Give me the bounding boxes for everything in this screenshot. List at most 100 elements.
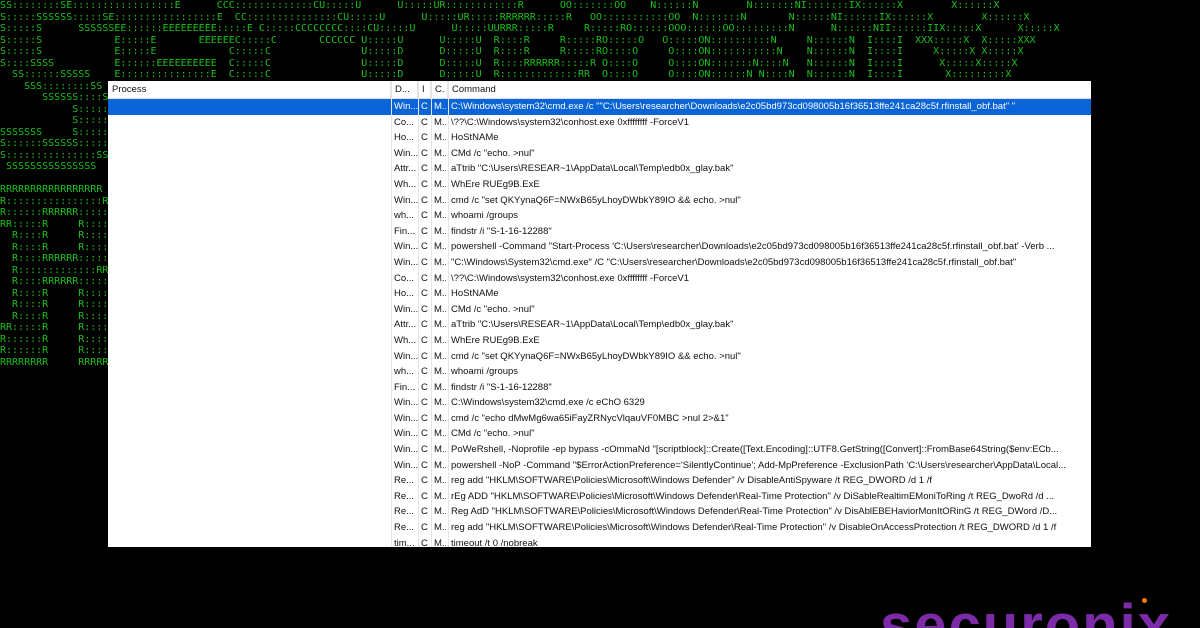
process-row[interactable]: findstr.exe (17720)Fin...CM...findstr /i… [108, 224, 1091, 240]
process-row[interactable]: −cmd.exe (18840)Win...CM..."C:\Windows\S… [108, 255, 1091, 271]
process-row[interactable]: reg.exe (8916)Re...CM...Reg AdD "HKLM\SO… [108, 504, 1091, 520]
command-line-cell: findstr /i "S-1-16-12288" [451, 225, 552, 237]
process-row[interactable]: reg.exe (14512)Re...CM...reg add "HKLM\S… [108, 520, 1091, 536]
company-cell: M... [434, 475, 446, 487]
process-row[interactable]: −powershell.exe (15840)Win...CM...powers… [108, 239, 1091, 255]
integrity-cell: C [421, 444, 428, 456]
process-row[interactable]: cmd.exe (5628)Win...CM...CMd /c "echo. >… [108, 146, 1091, 162]
company-cell: M... [434, 490, 446, 502]
integrity-cell: C [421, 459, 428, 471]
command-line-cell: WhEre RUEg9B.ExE [451, 178, 540, 190]
description-cell: Win... [394, 397, 418, 409]
process-row[interactable]: where.exe (14216)Wh...CM...WhEre RUEg9B.… [108, 333, 1091, 349]
process-row[interactable]: powershell.exe (10368)Win...CM...powersh… [108, 458, 1091, 474]
command-line-cell: CMd /c "echo. >nul" [451, 428, 535, 440]
integrity-cell: C [421, 194, 428, 206]
column-header-process[interactable]: Process [108, 81, 391, 98]
process-row[interactable]: +powershell.exe (6984)Win...CM...PoWeRsh… [108, 442, 1091, 458]
column-header-command[interactable]: Command [448, 81, 1091, 98]
description-cell: Win... [394, 101, 418, 112]
company-cell: M... [434, 412, 446, 424]
description-cell: Attr... [394, 163, 417, 175]
integrity-cell: C [421, 147, 428, 159]
column-header-description[interactable]: D... [391, 81, 418, 98]
description-cell: Wh... [394, 178, 417, 190]
integrity-cell: C [421, 397, 428, 409]
command-line-cell: timeout /t 0 /nobreak [451, 537, 538, 547]
company-cell: M... [434, 225, 446, 237]
integrity-cell: C [421, 303, 428, 315]
process-row[interactable]: timeout.exe (6188)tim...CM...timeout /t … [108, 536, 1091, 547]
process-row[interactable]: whoami.exe (9964)wh...CM...whoami /group… [108, 364, 1091, 380]
command-line-cell: C:\Windows\system32\cmd.exe /c ""C:\User… [451, 101, 1016, 112]
company-cell: M... [434, 116, 446, 128]
process-row[interactable]: cmd.exe (8448)Win...CM...CMd /c "echo. >… [108, 426, 1091, 442]
company-cell: M... [434, 537, 446, 547]
matrix-line: SS::::::::SE:::::::::::::::::E CCC::::::… [0, 0, 1000, 11]
description-cell: Co... [394, 272, 415, 284]
process-row[interactable]: cmd.exe (13816)Win...CM...C:\Windows\sys… [108, 395, 1091, 411]
process-row[interactable]: cmd.exe (14004)Win...CM...cmd /c "set QK… [108, 349, 1091, 365]
company-cell: M... [434, 210, 446, 222]
matrix-line: S::::SSSS E::::::EEEEEEEEEE C:::::C U:::… [0, 57, 1018, 69]
process-row[interactable]: attrib.exe (19860)Attr...CM...aTtrib "C:… [108, 317, 1091, 333]
process-row[interactable]: Conhost.exe (6652)Co...CM...\??\C:\Windo… [108, 115, 1091, 131]
process-row[interactable]: cmd.exe (11584)Win...CM...CMd /c "echo. … [108, 302, 1091, 318]
integrity-cell: C [421, 412, 428, 424]
description-cell: Ho... [394, 288, 415, 300]
matrix-line: S:::::SSSSSS:::::SE:::::::::::::::::E CC… [0, 11, 1030, 23]
description-cell: Ho... [394, 132, 415, 144]
description-cell: tim... [394, 537, 415, 547]
process-row[interactable]: reg.exe (7144)Re...CM...rEg ADD "HKLM\SO… [108, 489, 1091, 505]
brand-logo: securonix [880, 596, 1172, 628]
command-line-cell: \??\C:\Windows\system32\conhost.exe 0xff… [451, 272, 689, 284]
process-row[interactable]: findstr.exe (20796)Fin...CM...findstr /i… [108, 380, 1091, 396]
command-line-cell: cmd /c "set QKYynaQ6F=NWxB65yLhoyDWbkY89… [451, 194, 741, 206]
description-cell: Win... [394, 444, 418, 456]
integrity-cell: C [421, 132, 428, 144]
command-line-cell: whoami /groups [451, 210, 519, 222]
company-cell: M... [434, 459, 446, 471]
process-row[interactable]: −cmd.exe (15776)Win...CM...C:\Windows\sy… [108, 99, 1091, 115]
integrity-cell: C [421, 381, 428, 393]
command-line-cell: HoStNAMe [451, 132, 499, 144]
process-row[interactable]: whoami.exe (4236)wh...CM...whoami /group… [108, 208, 1091, 224]
company-cell: M... [434, 303, 446, 315]
process-row[interactable]: cmd.exe (16028)Win...CM...cmd /c "echo d… [108, 411, 1091, 427]
process-row[interactable]: reg.exe (19364)Re...CM...reg add "HKLM\S… [108, 473, 1091, 489]
description-cell: Win... [394, 241, 418, 253]
column-header-integrity[interactable]: I [418, 81, 431, 98]
description-cell: Win... [394, 147, 418, 159]
company-cell: M... [434, 366, 446, 378]
integrity-cell: C [421, 334, 428, 346]
description-cell: Win... [394, 350, 418, 362]
company-cell: M... [434, 272, 446, 284]
company-cell: M... [434, 256, 446, 268]
process-row[interactable]: HOSTNAME.EXE (10972)Ho...CM...HoStNAMe [108, 130, 1091, 146]
process-row[interactable]: attrib.exe (9396)Attr...CM...aTtrib "C:\… [108, 161, 1091, 177]
description-cell: Re... [394, 506, 415, 518]
process-row[interactable]: HOSTNAME.EXE (13536)Ho...CM...HoStNAMe [108, 286, 1091, 302]
description-cell: Win... [394, 194, 418, 206]
process-row[interactable]: cmd.exe (12820)Win...CM...cmd /c "set QK… [108, 193, 1091, 209]
process-tree: −cmd.exe (15776)Win...CM...C:\Windows\sy… [108, 99, 1091, 547]
process-row[interactable]: Conhost.exe (17612)Co...CM...\??\C:\Wind… [108, 271, 1091, 287]
company-cell: M... [434, 194, 446, 206]
process-row[interactable]: where.exe (9040)Wh...CM...WhEre RUEg9B.E… [108, 177, 1091, 193]
integrity-cell: C [421, 490, 428, 502]
matrix-line: S:::::S SSSSSSEE::::::EEEEEEEEE:::::E C:… [0, 23, 1060, 34]
description-cell: Re... [394, 522, 415, 534]
integrity-cell: C [421, 225, 428, 237]
company-cell: M... [434, 506, 446, 518]
column-header-company[interactable]: C. [431, 81, 448, 98]
command-line-cell: aTtrib "C:\Users\RESEAR~1\AppData\Local\… [451, 319, 734, 331]
company-cell: M... [434, 147, 446, 159]
description-cell: wh... [394, 366, 415, 378]
description-cell: Win... [394, 428, 418, 440]
company-cell: M... [434, 178, 446, 190]
description-cell: Win... [394, 412, 418, 424]
integrity-cell: C [421, 272, 428, 284]
integrity-cell: C [421, 178, 428, 190]
company-cell: M... [434, 101, 446, 112]
company-cell: M... [434, 381, 446, 393]
